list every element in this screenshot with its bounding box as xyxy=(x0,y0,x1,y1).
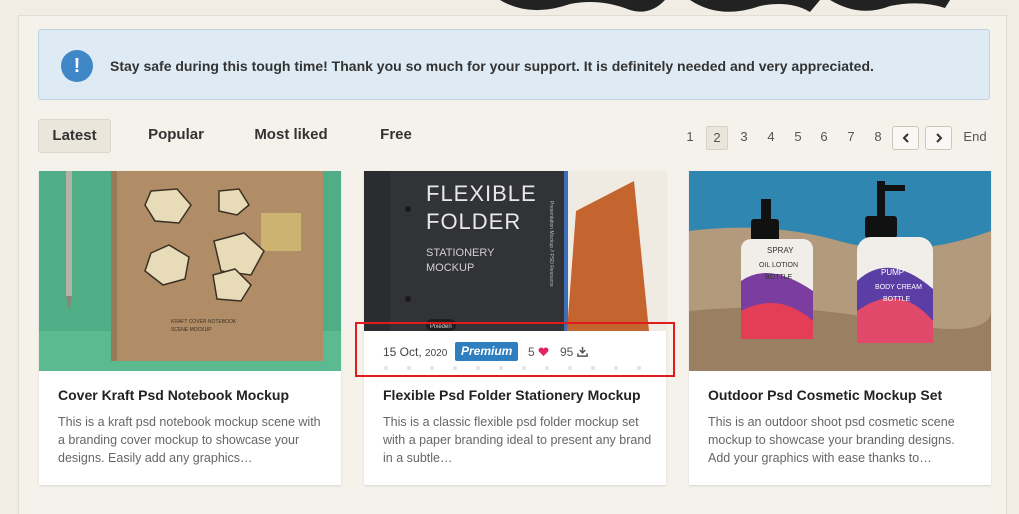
folder-title: FLEXIBLE xyxy=(426,181,537,206)
notebook-cover-text: KRAFT COVER NOTEBOOK xyxy=(171,319,237,325)
folder-side-text: Presentation Mockup // PSD Resource xyxy=(548,201,554,287)
bottle-label: BOTTLE xyxy=(883,296,911,303)
card-title[interactable]: Outdoor Psd Cosmetic Mockup Set xyxy=(708,387,942,403)
header-ornament xyxy=(500,0,950,12)
page-6[interactable]: 6 xyxy=(814,126,834,148)
card-description: This is an outdoor shoot psd cosmetic sc… xyxy=(708,415,955,465)
prev-page-button[interactable] xyxy=(892,126,919,150)
page-4[interactable]: 4 xyxy=(761,126,781,148)
exclamation-icon: ! xyxy=(61,50,93,82)
card-image[interactable]: KRAFT COVER NOTEBOOK SCENE MOCKUP xyxy=(39,171,341,371)
tab-free[interactable]: Free xyxy=(374,119,418,151)
folder-subtitle: STATIONERY xyxy=(426,247,495,259)
bottle-label: BOTTLE xyxy=(765,274,793,281)
notebook-cover-text: SCENE MOCKUP xyxy=(171,327,212,333)
highlight-box xyxy=(355,322,675,377)
page-1[interactable]: 1 xyxy=(680,126,700,148)
folder-subtitle: MOCKUP xyxy=(426,262,474,274)
card-description: This is a classic flexible psd folder mo… xyxy=(383,415,652,465)
page-2[interactable]: 2 xyxy=(706,126,728,150)
bottle-label: OIL LOTION xyxy=(759,262,798,269)
page-3[interactable]: 3 xyxy=(734,126,754,148)
end-page-link[interactable]: End xyxy=(960,126,990,148)
bottle-label: SPRAY xyxy=(767,246,794,255)
tab-popular[interactable]: Popular xyxy=(139,119,213,151)
card-image[interactable]: SPRAY OIL LOTION BOTTLE PUMP BODY CREAM … xyxy=(689,171,991,371)
chevron-left-icon xyxy=(902,133,909,143)
card-title[interactable]: Flexible Psd Folder Stationery Mockup xyxy=(383,387,641,403)
tab-latest[interactable]: Latest xyxy=(38,119,111,153)
folder-title: FOLDER xyxy=(426,209,521,234)
product-card[interactable]: SPRAY OIL LOTION BOTTLE PUMP BODY CREAM … xyxy=(689,171,991,485)
tab-most-liked[interactable]: Most liked xyxy=(248,119,334,151)
page-5[interactable]: 5 xyxy=(788,126,808,148)
bottle-label: PUMP xyxy=(881,268,904,277)
product-card[interactable]: KRAFT COVER NOTEBOOK SCENE MOCKUP Cover … xyxy=(39,171,341,485)
card-title[interactable]: Cover Kraft Psd Notebook Mockup xyxy=(58,387,289,403)
notice-banner: ! Stay safe during this tough time! Than… xyxy=(38,29,990,100)
bottle-label: BODY CREAM xyxy=(875,284,922,291)
page-7[interactable]: 7 xyxy=(841,126,861,148)
notice-text: Stay safe during this tough time! Thank … xyxy=(110,58,874,74)
next-page-button[interactable] xyxy=(925,126,952,150)
card-description: This is a kraft psd notebook mockup scen… xyxy=(58,415,321,465)
chevron-right-icon xyxy=(935,133,942,143)
page-8[interactable]: 8 xyxy=(868,126,888,148)
